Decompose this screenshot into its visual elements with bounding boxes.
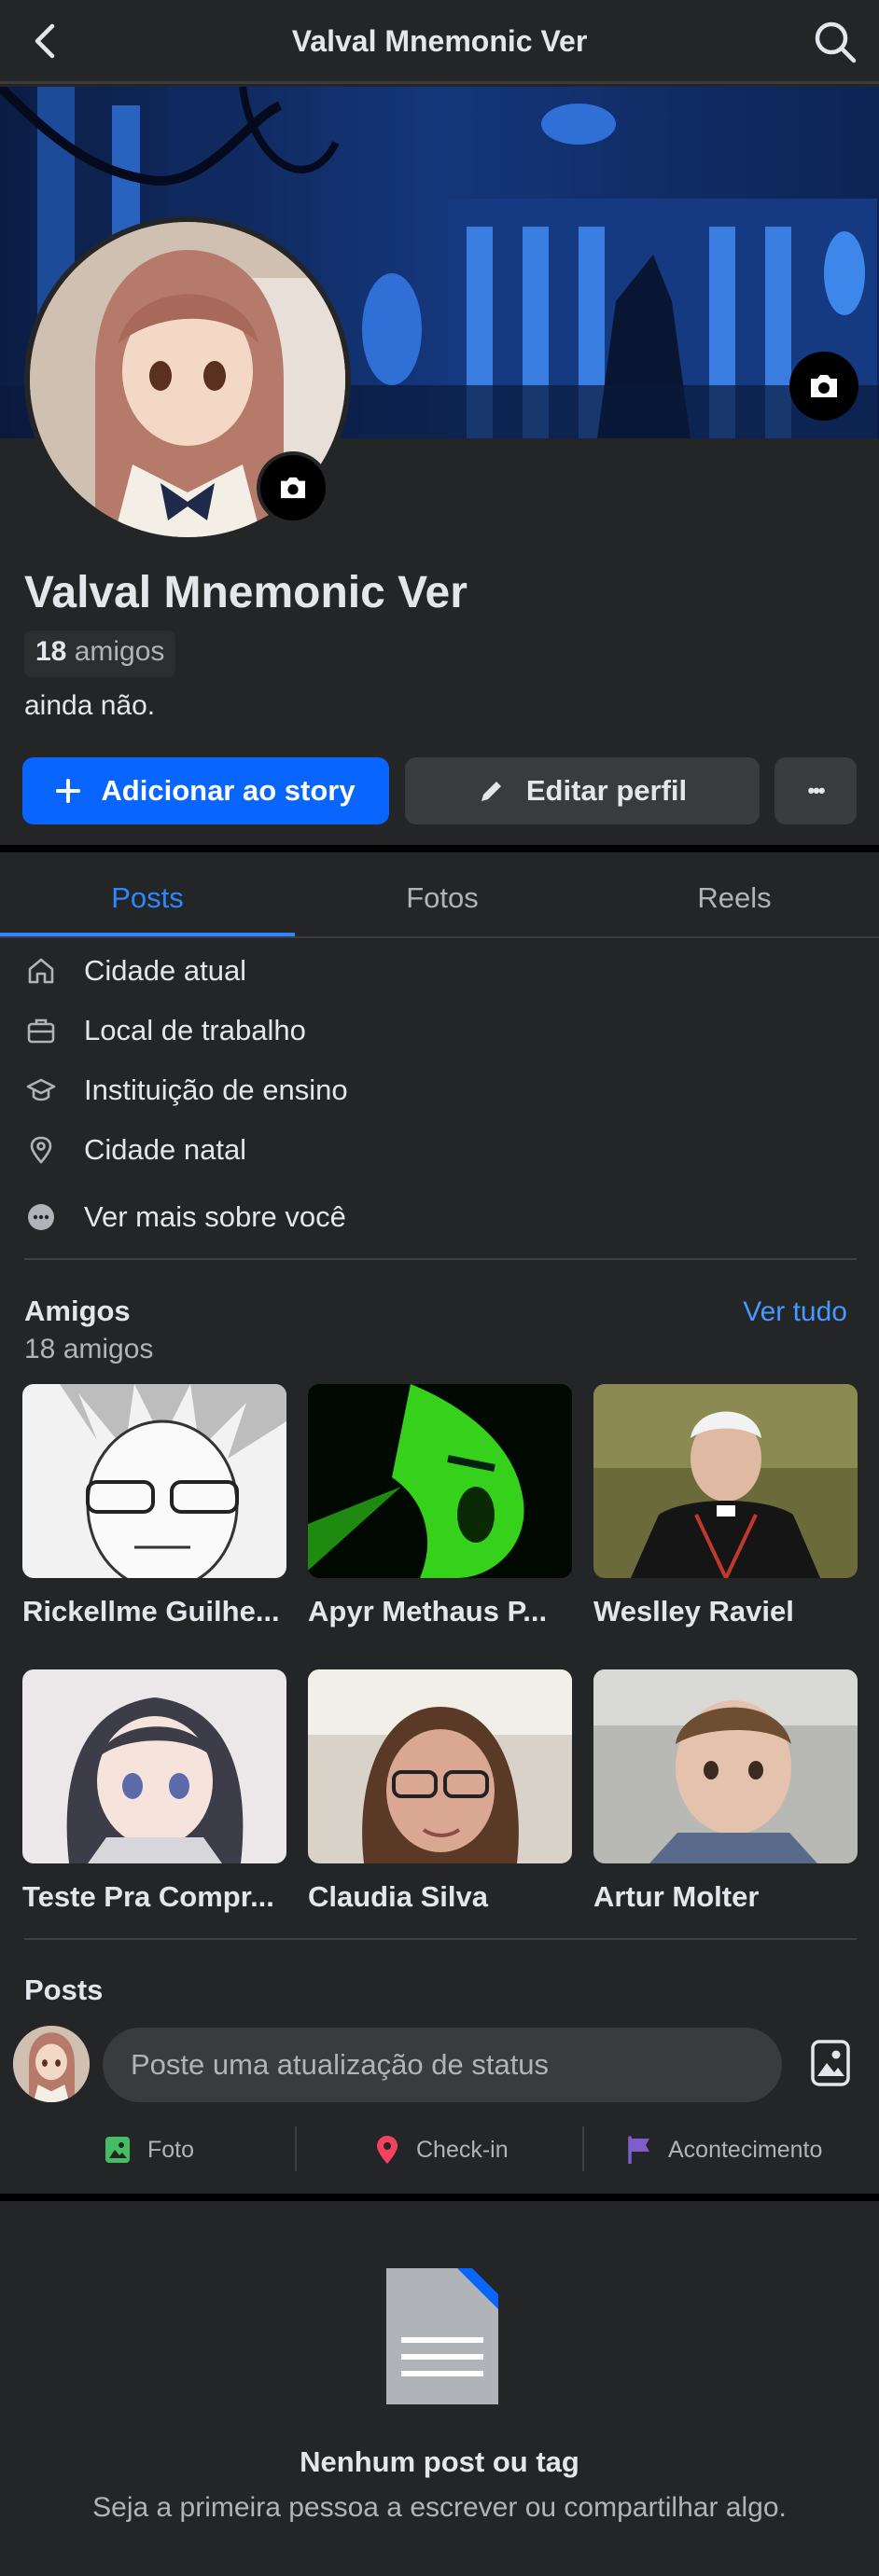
- tab-photos[interactable]: Fotos: [295, 858, 590, 938]
- edit-cover-camera-icon[interactable]: [789, 352, 858, 421]
- friend-photo: [22, 1669, 286, 1863]
- tab-posts-label: Posts: [111, 881, 184, 914]
- add-photo-icon[interactable]: [810, 2039, 851, 2087]
- tab-posts[interactable]: Posts: [0, 858, 295, 938]
- tab-reels-label: Reels: [697, 881, 772, 914]
- composer-avatar[interactable]: [13, 2026, 90, 2102]
- edit-avatar-camera-icon[interactable]: [257, 451, 329, 524]
- add-to-story-button[interactable]: Adicionar ao story: [22, 757, 389, 824]
- detail-education[interactable]: Instituição de ensino: [24, 1067, 348, 1114]
- friend-name: Claudia Silva: [308, 1880, 488, 1913]
- detail-hometown[interactable]: Cidade natal: [24, 1127, 246, 1173]
- life-event-action-button[interactable]: Acontecimento: [627, 2126, 822, 2173]
- plus-icon: [56, 779, 81, 803]
- detail-label: Cidade natal: [84, 1133, 247, 1166]
- detail-workplace[interactable]: Local de trabalho: [24, 1007, 306, 1054]
- detail-label: Cidade atual: [84, 954, 247, 987]
- friends-word: amigos: [74, 636, 165, 667]
- section-separator: [0, 2194, 879, 2201]
- action-separator: [582, 2126, 584, 2171]
- profile-tabs: Posts Fotos Reels: [0, 858, 879, 938]
- detail-current-city[interactable]: Cidade atual: [24, 948, 246, 994]
- profile-name: Valval Mnemonic Ver: [24, 568, 467, 617]
- edit-profile-button[interactable]: Editar perfil: [405, 757, 760, 824]
- friend-card[interactable]: Apyr Methaus P...: [308, 1384, 572, 1628]
- profile-bio: ainda não.: [24, 690, 156, 721]
- posts-section-title: Posts: [24, 1974, 104, 2006]
- friends-number: 18: [35, 636, 67, 667]
- friend-card[interactable]: Rickellme Guilhe...: [22, 1384, 286, 1628]
- search-icon[interactable]: [812, 19, 858, 65]
- life-event-action-label: Acontecimento: [668, 2136, 823, 2163]
- home-icon: [24, 954, 58, 988]
- detail-label: Ver mais sobre você: [84, 1200, 346, 1233]
- friends-count-badge[interactable]: 18 amigos: [24, 630, 176, 677]
- active-tab-indicator: [0, 933, 295, 936]
- friends-section-title: Amigos: [24, 1295, 131, 1327]
- friend-name: Rickellme Guilhe...: [22, 1595, 280, 1627]
- friend-card[interactable]: Weslley Raviel: [593, 1384, 858, 1628]
- friend-card[interactable]: Claudia Silva: [308, 1669, 572, 1914]
- friend-card[interactable]: Teste Pra Compr...: [22, 1669, 286, 1914]
- friend-name: Apyr Methaus P...: [308, 1595, 548, 1627]
- document-icon: [386, 2268, 498, 2404]
- friend-name: Weslley Raviel: [593, 1595, 794, 1627]
- photo-icon: [105, 2136, 131, 2164]
- page-title: Valval Mnemonic Ver: [291, 24, 588, 58]
- friend-name: Teste Pra Compr...: [22, 1880, 274, 1913]
- divider: [24, 1258, 857, 1260]
- detail-label: Local de trabalho: [84, 1014, 306, 1046]
- detail-label: Instituição de ensino: [84, 1073, 348, 1106]
- more-dots-icon: •••: [807, 779, 825, 802]
- location-pin-icon: [375, 2135, 399, 2165]
- location-pin-icon: [24, 1133, 58, 1167]
- briefcase-icon: [24, 1014, 58, 1047]
- photo-action-button[interactable]: Foto: [105, 2126, 194, 2173]
- check-in-action-button[interactable]: Check-in: [375, 2126, 509, 2173]
- action-separator: [295, 2126, 297, 2171]
- see-all-friends-link[interactable]: Ver tudo: [743, 1296, 847, 1328]
- edit-profile-label: Editar perfil: [525, 774, 688, 807]
- friend-name: Artur Molter: [593, 1880, 760, 1913]
- friend-card[interactable]: Artur Molter: [593, 1669, 858, 1914]
- friend-photo: [22, 1384, 286, 1578]
- empty-state-subtitle: Seja a primeira pessoa a escrever ou com…: [92, 2492, 787, 2523]
- empty-state-title: Nenhum post ou tag: [300, 2445, 579, 2478]
- check-in-action-label: Check-in: [416, 2136, 509, 2163]
- friends-section-subtitle: 18 amigos: [24, 1334, 154, 1364]
- top-bar: Valval Mnemonic Ver: [0, 0, 879, 84]
- more-dots-icon: [24, 1200, 58, 1234]
- friend-photo: [593, 1384, 858, 1578]
- status-update-placeholder: Poste uma atualização de status: [131, 2048, 550, 2081]
- tab-reels[interactable]: Reels: [590, 858, 879, 938]
- detail-see-more[interactable]: Ver mais sobre você: [24, 1194, 346, 1240]
- divider: [24, 1938, 857, 1940]
- friend-photo: [593, 1669, 858, 1863]
- more-options-button[interactable]: •••: [774, 757, 857, 824]
- status-update-input[interactable]: Poste uma atualização de status: [103, 2028, 782, 2102]
- friend-photo: [308, 1384, 572, 1578]
- tab-photos-label: Fotos: [406, 881, 479, 914]
- flag-icon: [627, 2136, 651, 2164]
- friend-photo: [308, 1669, 572, 1863]
- photo-action-label: Foto: [147, 2136, 195, 2163]
- pencil-icon: [478, 777, 506, 805]
- add-to-story-label: Adicionar ao story: [101, 774, 356, 807]
- section-separator: [0, 845, 879, 852]
- graduation-cap-icon: [24, 1073, 58, 1107]
